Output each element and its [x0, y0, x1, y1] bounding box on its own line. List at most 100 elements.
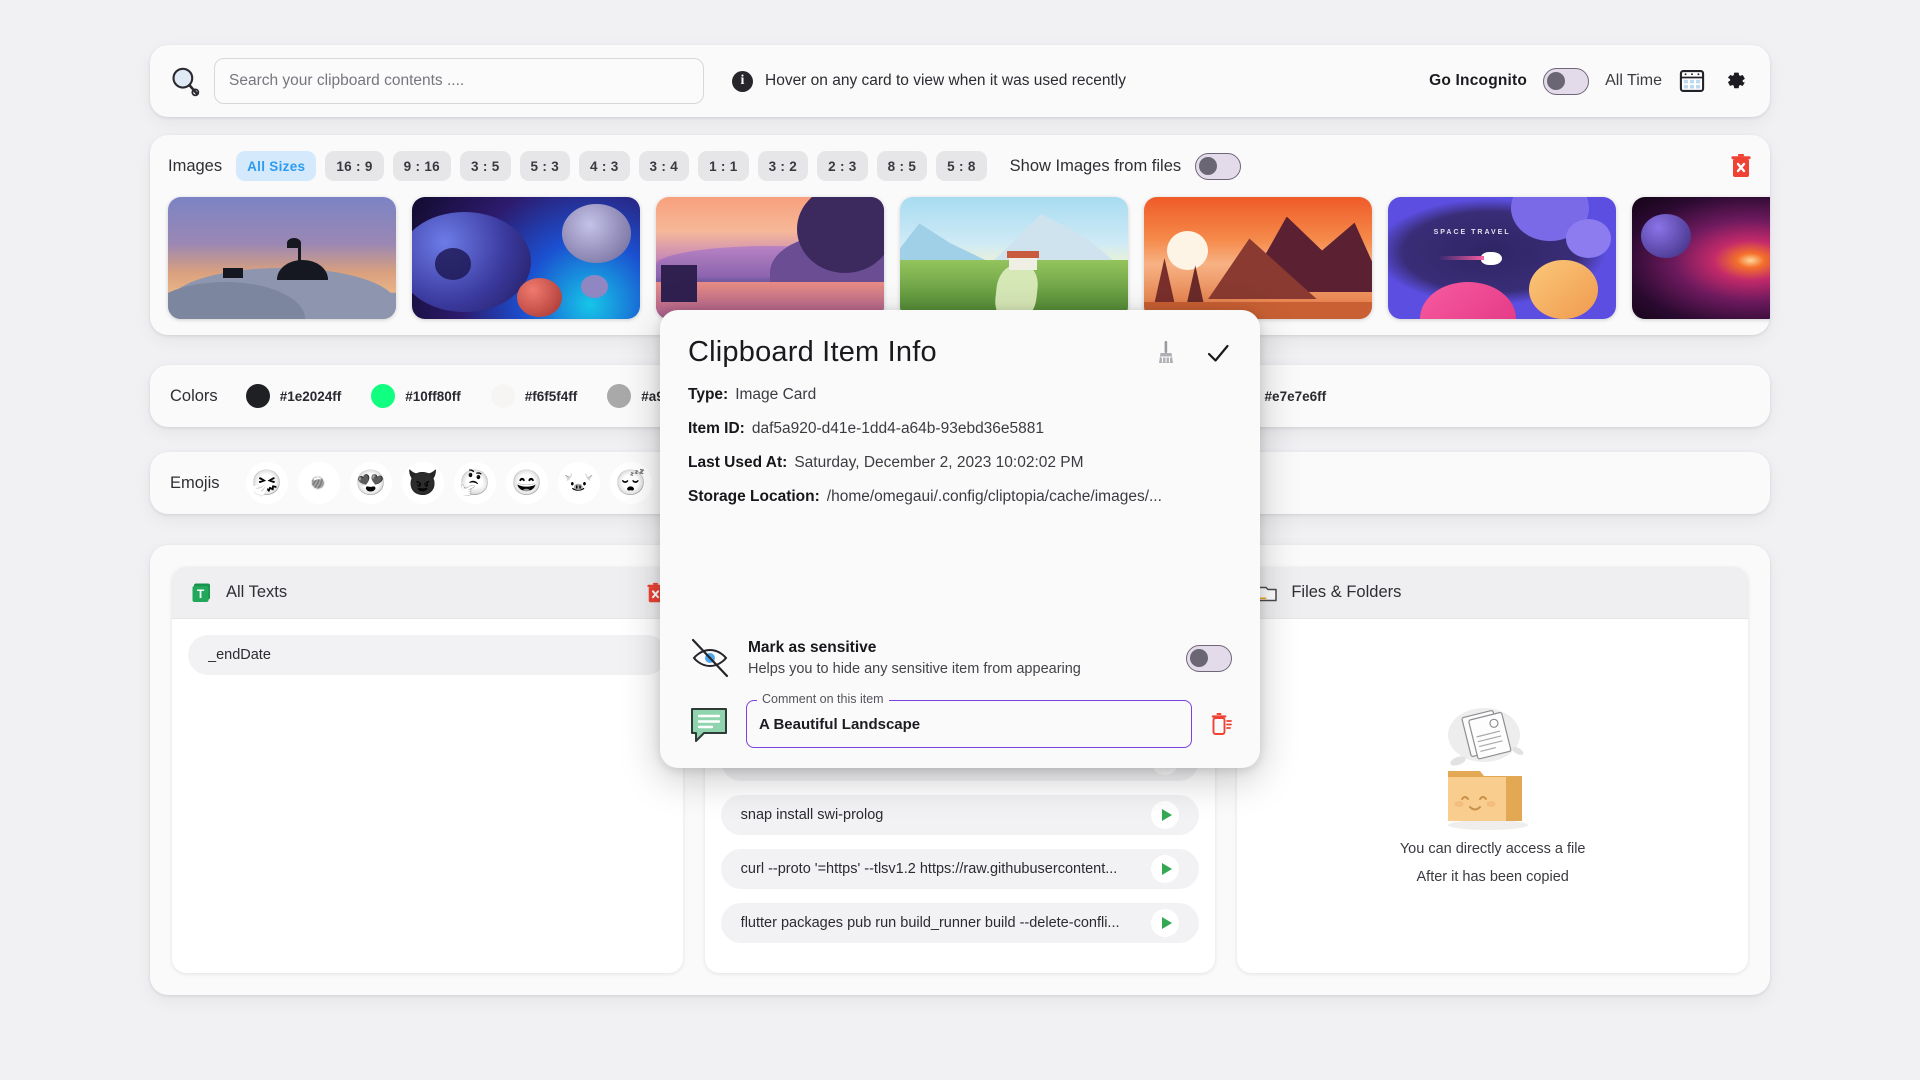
files-empty-state: You can directly access a file After it …	[1253, 635, 1732, 957]
gear-icon[interactable]	[1722, 68, 1748, 94]
comment-legend: Comment on this item	[757, 692, 889, 706]
command-item-row[interactable]: snap install swi-prolog	[721, 795, 1200, 835]
modal-field-key: Item ID:	[688, 420, 745, 437]
command-item-row[interactable]: flutter packages pub run build_runner bu…	[721, 903, 1200, 943]
aspect-ratio-chip[interactable]: 5 : 3	[520, 151, 571, 181]
image-thumbnail[interactable]	[900, 197, 1128, 319]
modal-title-row: Clipboard Item Info	[688, 336, 1232, 369]
modal-field-key: Type:	[688, 386, 728, 403]
images-filter-row: Images All Sizes16 : 99 : 163 : 55 : 34 …	[168, 149, 1752, 183]
image-thumbnail[interactable]	[656, 197, 884, 319]
panel-files-folders: Files & Folders	[1237, 567, 1748, 973]
modal-info-fields: Type: Image Card Item ID: daf5a920-d41e-1dd…	[688, 369, 1232, 505]
color-swatch	[246, 384, 270, 408]
modal-title: Clipboard Item Info	[688, 336, 937, 369]
modal-field-value: /home/omegaui/.config/cliptopia/cache/im…	[827, 488, 1162, 505]
aspect-ratio-chip[interactable]: 1 : 1	[698, 151, 749, 181]
modal-actions	[1152, 339, 1232, 367]
modal-field-value: Image Card	[735, 386, 816, 403]
image-thumbnail[interactable]	[1144, 197, 1372, 319]
thinking-face-emoji[interactable]: 🤔	[454, 462, 496, 504]
color-item[interactable]: #f6f5f4ff	[491, 384, 578, 408]
broom-icon[interactable]	[1152, 339, 1180, 367]
color-hex-label: #f6f5f4ff	[525, 389, 578, 404]
sneezing-face-emoji[interactable]: 🤧	[246, 462, 288, 504]
comment-row: Comment on this item	[688, 700, 1232, 748]
check-icon[interactable]	[1204, 339, 1232, 367]
play-icon[interactable]	[1151, 801, 1179, 829]
color-swatch	[607, 384, 631, 408]
image-thumbnail[interactable]	[412, 197, 640, 319]
aspect-ratio-chip[interactable]: 8 : 5	[877, 151, 928, 181]
modal-field-key: Storage Location:	[688, 488, 820, 505]
search-icon[interactable]	[168, 64, 202, 98]
delete-comment-icon[interactable]	[1210, 712, 1232, 736]
info-icon: i	[732, 71, 753, 92]
color-swatch	[371, 384, 395, 408]
color-hex-label: #e7e7e6ff	[1265, 389, 1327, 404]
show-images-from-files-label: Show Images from files	[1010, 157, 1181, 176]
aspect-ratio-chip[interactable]: 4 : 3	[579, 151, 630, 181]
image-thumbnail[interactable]	[1632, 197, 1770, 319]
image-thumbnail[interactable]	[168, 197, 396, 319]
modal-field-value: Saturday, December 2, 2023 10:02:02 PM	[794, 454, 1083, 471]
incognito-toggle[interactable]	[1543, 68, 1589, 95]
comment-field[interactable]: Comment on this item	[746, 700, 1192, 748]
aspect-ratio-chip[interactable]: 2 : 3	[817, 151, 868, 181]
aspect-ratio-chip[interactable]: 5 : 8	[936, 151, 987, 181]
text-item-row[interactable]: _endDate	[188, 635, 667, 675]
aspect-ratio-chip[interactable]: 16 : 9	[325, 151, 383, 181]
header-hint-text: Hover on any card to view when it was us…	[765, 72, 1126, 90]
sensitive-texts: Mark as sensitive Helps you to hide any …	[748, 639, 1081, 677]
aspect-ratio-chip[interactable]: All Sizes	[236, 151, 316, 181]
image-thumbnail-list: SPACE TRAVEL	[168, 197, 1752, 319]
panel-title-texts: All Texts	[226, 583, 287, 602]
image-thumbnail[interactable]: SPACE TRAVEL	[1388, 197, 1616, 319]
play-icon[interactable]	[1151, 855, 1179, 883]
candy-emoji[interactable]: 🍬	[298, 462, 340, 504]
aspect-ratio-chip[interactable]: 3 : 5	[460, 151, 511, 181]
aspect-ratio-chip[interactable]: 9 : 16	[393, 151, 451, 181]
aspect-ratio-chip[interactable]: 3 : 4	[639, 151, 690, 181]
command-item-row[interactable]: curl --proto '=https' --tlsv1.2 https://…	[721, 849, 1200, 889]
panel-body-texts: _endDate	[172, 619, 683, 973]
sensitive-toggle[interactable]	[1186, 645, 1232, 672]
modal-info-field: Type: Image Card	[688, 386, 1232, 403]
emoji-list: 🤧🍬😍😈🤔😄🐷😴	[246, 462, 662, 504]
eye-off-icon	[688, 636, 732, 680]
pig-face-emoji[interactable]: 🐷	[558, 462, 600, 504]
comment-input[interactable]	[759, 716, 1179, 733]
search-box[interactable]	[214, 58, 704, 104]
files-empty-line1: You can directly access a file	[1400, 839, 1586, 861]
modal-field-value: daf5a920-d41e-1dd4-a64b-93ebd36e5881	[752, 420, 1044, 437]
show-images-from-files-toggle[interactable]	[1195, 153, 1241, 180]
mark-as-sensitive-row: Mark as sensitive Helps you to hide any …	[688, 618, 1232, 680]
color-swatch	[491, 384, 515, 408]
header-right-controls: Go Incognito All Time	[1429, 67, 1748, 95]
top-header-bar: i Hover on any card to view when it was …	[150, 45, 1770, 117]
trash-delete-icon[interactable]	[1730, 153, 1752, 179]
color-item[interactable]: #10ff80ff	[371, 384, 461, 408]
aspect-ratio-chip[interactable]: 3 : 2	[758, 151, 809, 181]
colors-label: Colors	[170, 387, 218, 406]
text-file-icon: T	[190, 581, 214, 605]
clipboard-item-info-dialog: Clipboard Item Info Type: Image Card Item …	[660, 310, 1260, 768]
smiling-imp-emoji[interactable]: 😈	[402, 462, 444, 504]
color-item[interactable]: #1e2024ff	[246, 384, 342, 408]
emojis-label: Emojis	[170, 474, 220, 493]
calendar-icon[interactable]	[1678, 67, 1706, 95]
panel-header-texts: T All Texts	[172, 567, 683, 619]
svg-text:T: T	[197, 587, 205, 601]
play-icon[interactable]	[1151, 909, 1179, 937]
comment-icon	[688, 703, 730, 745]
color-hex-label: #1e2024ff	[280, 389, 342, 404]
sleeping-face-emoji[interactable]: 😴	[610, 462, 652, 504]
header-hint: i Hover on any card to view when it was …	[732, 71, 1126, 92]
grinning-face-emoji[interactable]: 😄	[506, 462, 548, 504]
command-item-label: snap install swi-prolog	[741, 807, 884, 823]
modal-info-field: Last Used At: Saturday, December 2, 2023 …	[688, 454, 1232, 471]
images-section: Images All Sizes16 : 99 : 163 : 55 : 34 …	[150, 135, 1770, 335]
search-input[interactable]	[229, 72, 689, 90]
heart-eyes-face-emoji[interactable]: 😍	[350, 462, 392, 504]
modal-field-key: Last Used At:	[688, 454, 787, 471]
